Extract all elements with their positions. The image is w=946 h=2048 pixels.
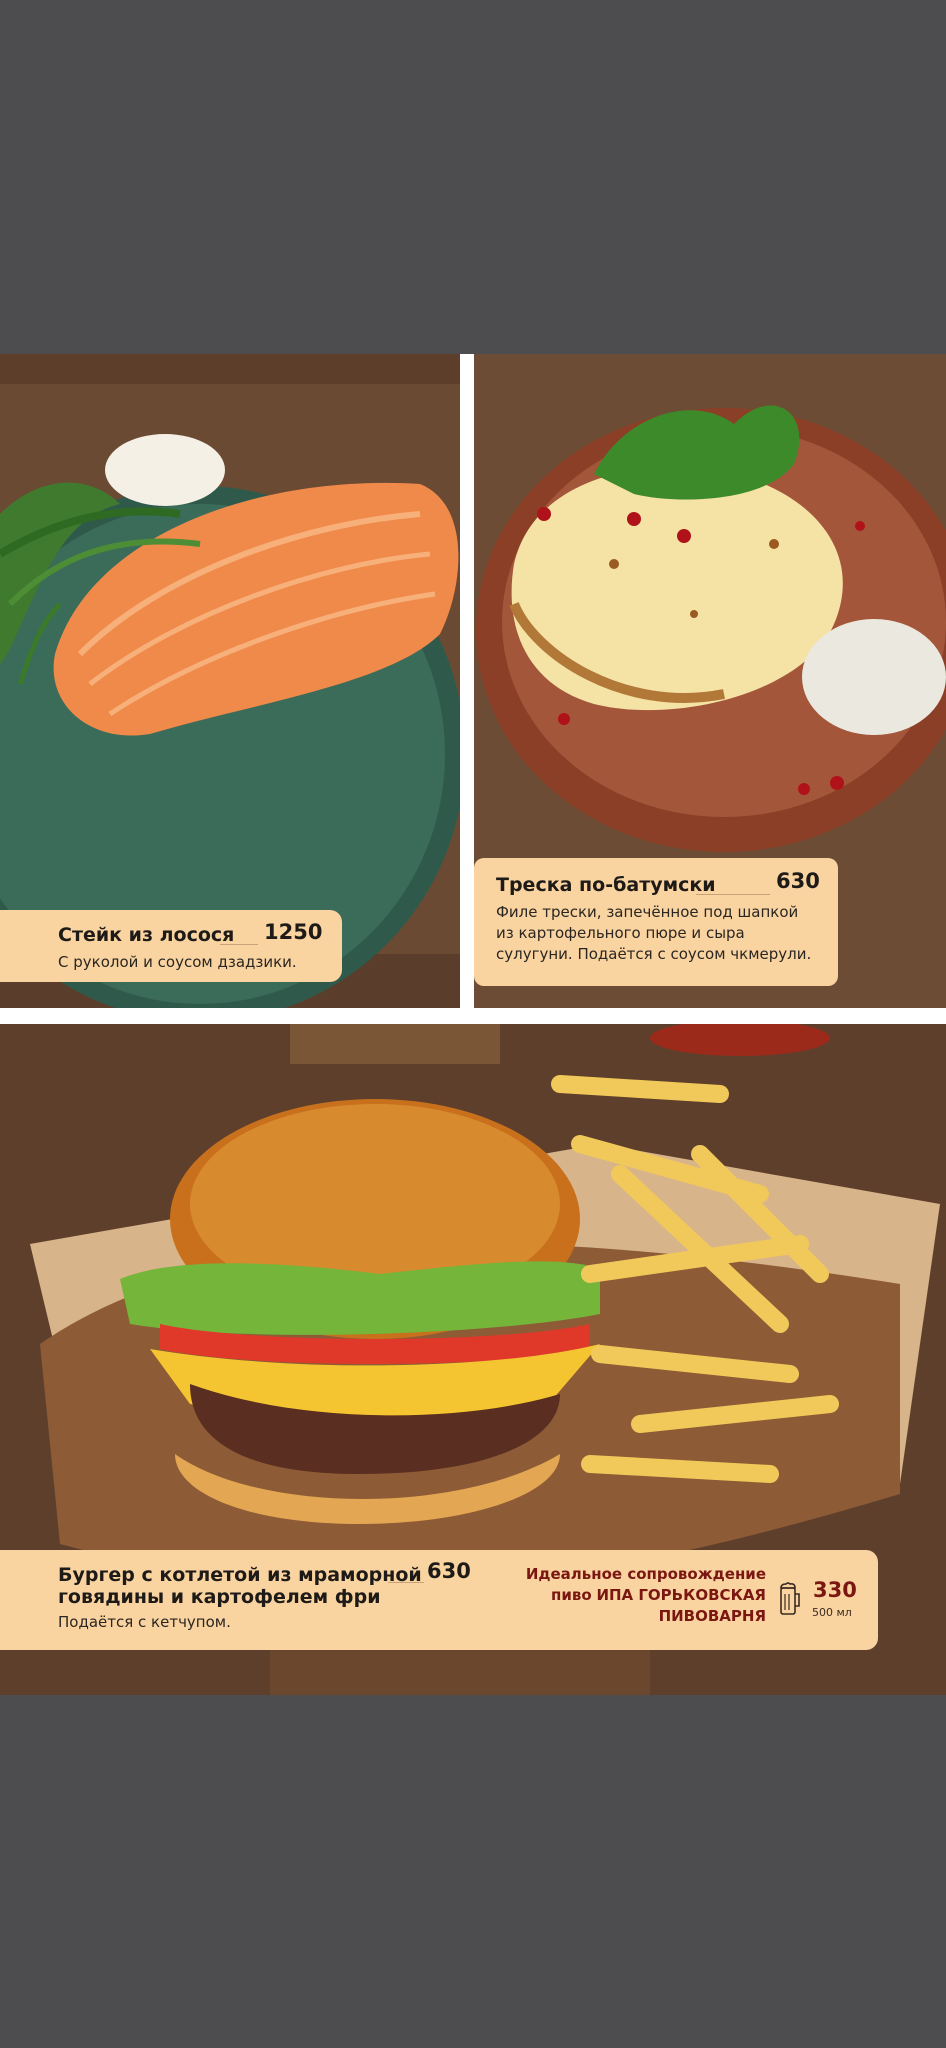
menu-page: Стейк из лосося 1250 С руколой и соусом …	[0, 354, 946, 1695]
dish-price: 1250	[264, 920, 323, 944]
beer-mug-icon	[778, 1582, 802, 1618]
beer-volume: 500 мл	[812, 1606, 852, 1619]
dish-title: Треска по-батумски	[496, 874, 716, 896]
beer-price: 330	[813, 1578, 857, 1602]
price-leader	[220, 944, 258, 945]
dish-description: С руколой и соусом дзадзики.	[58, 953, 297, 971]
beer-pairing-label: Идеальное сопровождение пиво ИПА ГОРЬКОВ…	[525, 1565, 766, 1625]
dish-title: Стейк из лосося	[58, 924, 235, 946]
dish-price: 630	[776, 869, 820, 893]
dish-title: Бургер с котлетой из мраморной говядины …	[58, 1564, 422, 1608]
menu-card-salmon-steak[interactable]: Стейк из лосося 1250 С руколой и соусом …	[0, 910, 342, 982]
dish-price: 630	[427, 1559, 471, 1583]
price-leader	[388, 1582, 424, 1583]
menu-card-burger[interactable]: Бургер с котлетой из мраморной говядины …	[0, 1550, 878, 1650]
dish-description: Филе трески, запечённое под шапкой из ка…	[496, 903, 812, 963]
price-leader	[696, 894, 770, 895]
menu-card-batumi-cod[interactable]: Треска по-батумски 630 Филе трески, запе…	[474, 858, 838, 986]
dish-description: Подаётся с кетчупом.	[58, 1613, 231, 1631]
